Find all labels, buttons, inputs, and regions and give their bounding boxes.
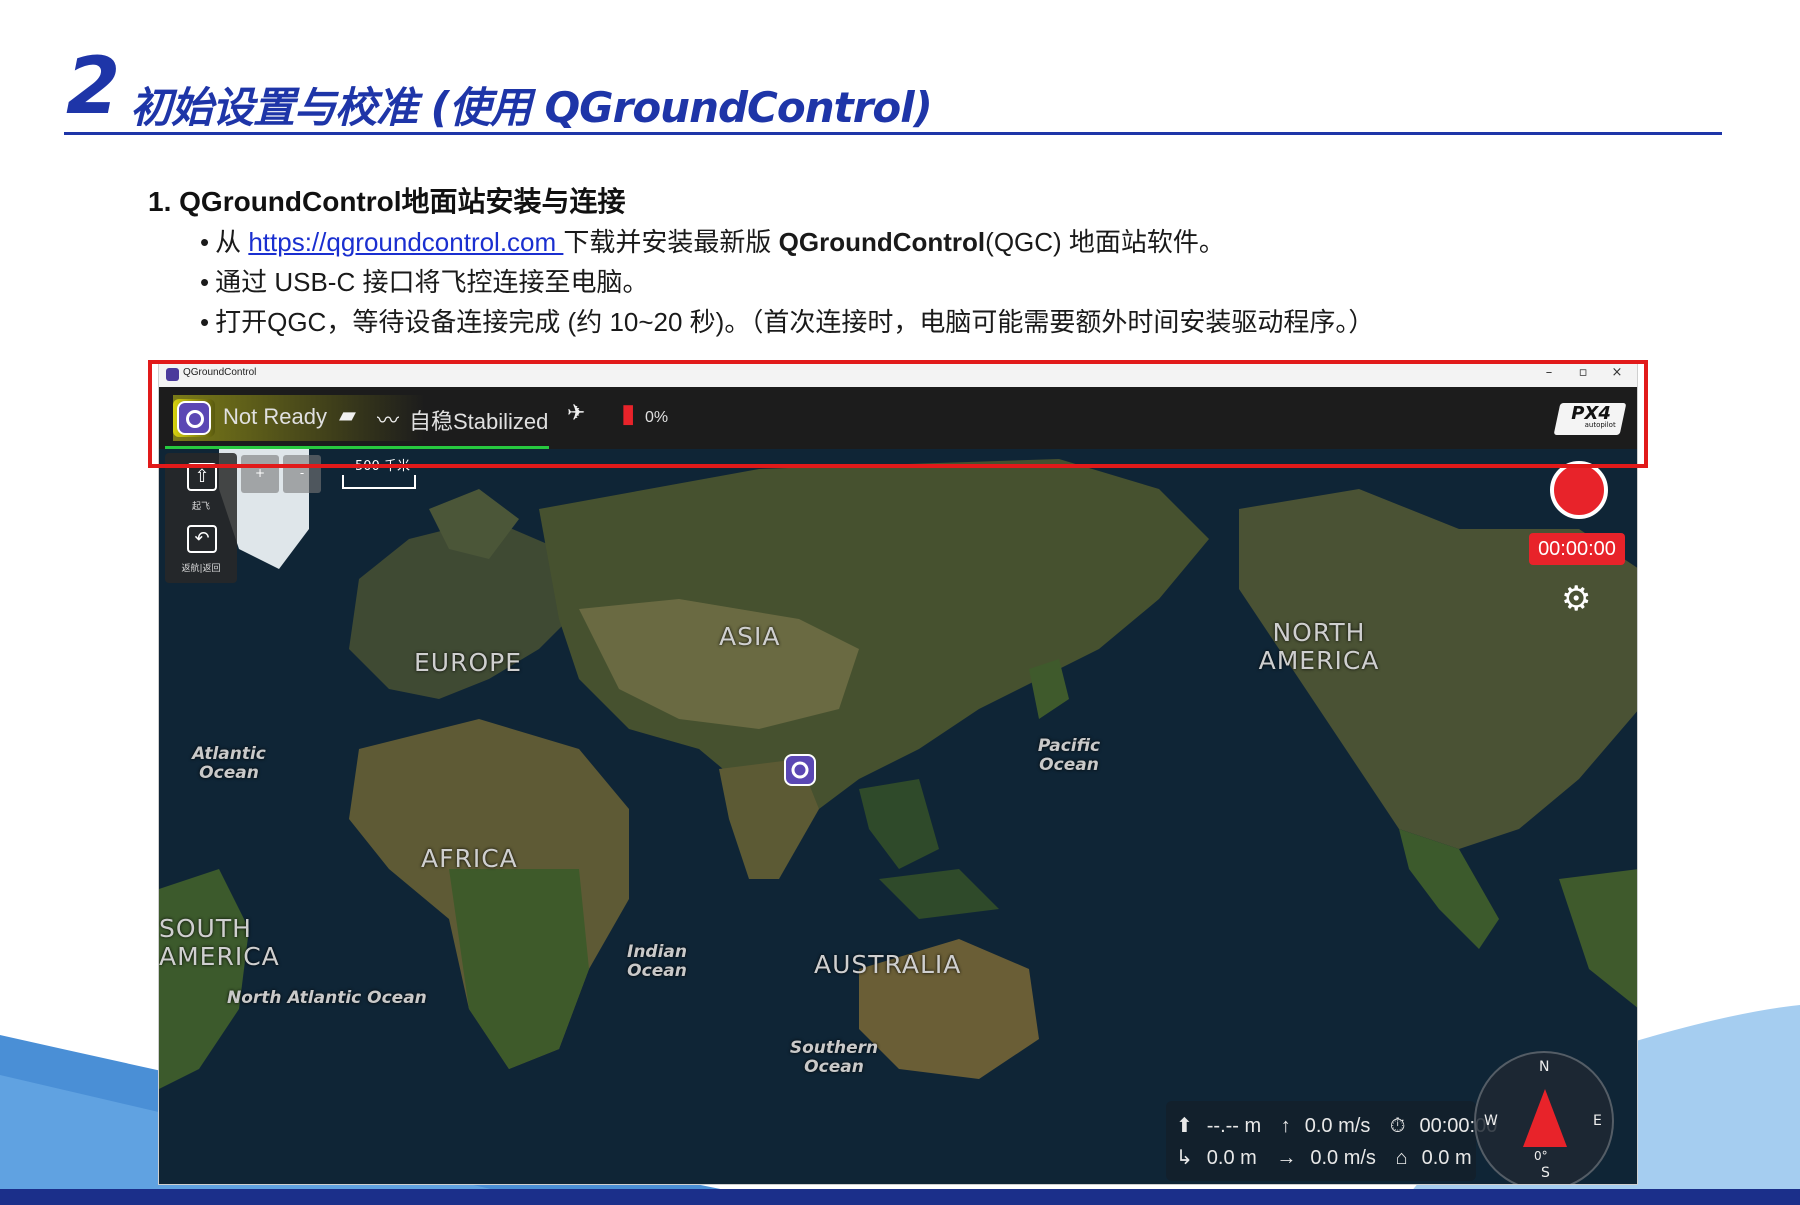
qgc-window: QGroundControl – ▫ × Not Ready ▰ 〰 自稳Sta… bbox=[158, 362, 1638, 1185]
bullet-text: 从 bbox=[215, 227, 249, 257]
footer-bar bbox=[0, 1189, 1800, 1205]
bullet-open-qgc: • 打开QGC，等待设备连接完成 (约 10~20 秒)。（首次连接时，电脑可能需… bbox=[200, 302, 1374, 339]
label-africa: AFRICA bbox=[421, 844, 518, 873]
qgc-download-link[interactable]: https://qgroundcontrol.com bbox=[248, 227, 563, 257]
ground-speed-value: 0.0 m/s bbox=[1310, 1147, 1376, 1169]
compass-w: W bbox=[1484, 1113, 1498, 1129]
compass-s: S bbox=[1541, 1165, 1550, 1181]
telemetry-row-2: ↳ 0.0 m → 0.0 m/s ⌂ 0.0 m bbox=[1176, 1145, 1486, 1170]
return-button[interactable]: ↶ bbox=[187, 525, 217, 553]
ground-speed-icon: → bbox=[1276, 1147, 1297, 1169]
altitude-value: --.-- m bbox=[1206, 1115, 1262, 1137]
bullet-dot: • bbox=[200, 227, 210, 257]
compass-e: E bbox=[1593, 1113, 1602, 1129]
bullet-dot: • bbox=[200, 267, 210, 297]
telemetry-panel: ⬆ --.-- m ↑ 0.0 m/s ⏱ 00:00:00 ↳ 0.0 m → 0.0 … bbox=[1166, 1101, 1497, 1181]
label-south-america: SOUTH AMERICA bbox=[159, 914, 280, 971]
compass-n: N bbox=[1539, 1059, 1550, 1075]
title-divider bbox=[64, 132, 1722, 135]
bullet-dot: • bbox=[200, 307, 210, 337]
bullet-bold-text: QGroundControl bbox=[778, 227, 986, 257]
toolbar-highlight-box bbox=[148, 360, 1648, 468]
takeoff-label: 起飞 bbox=[191, 502, 210, 512]
label-australia: AUSTRALIA bbox=[814, 950, 962, 979]
label-asia: ASIA bbox=[719, 622, 781, 651]
return-label: 返航|返回 bbox=[181, 564, 221, 574]
slide-title: 初始设置与校准 (使用 QGroundControl) bbox=[130, 83, 933, 132]
bullet-text: 下载并安装最新版 bbox=[563, 227, 779, 257]
label-pacific: Pacific Ocean bbox=[1037, 736, 1101, 775]
telemetry-row-1: ⬆ --.-- m ↑ 0.0 m/s ⏱ 00:00:00 bbox=[1176, 1113, 1511, 1138]
vertical-speed-icon: ↑ bbox=[1280, 1115, 1291, 1137]
distance-value: 0.0 m bbox=[1206, 1147, 1257, 1169]
fly-tool-panel: ⇧ 起飞 ↶ 返航|返回 bbox=[165, 453, 237, 583]
bullet-text: 打开QGC，等待设备连接完成 (约 10~20 秒)。（首次连接时，电脑可能需要… bbox=[215, 307, 1375, 337]
distance-icon: ↳ bbox=[1176, 1147, 1193, 1169]
altitude-icon: ⬆ bbox=[1176, 1115, 1193, 1137]
compass-heading: 0° bbox=[1534, 1149, 1548, 1163]
slide-number: 2 bbox=[66, 42, 120, 132]
home-icon: ⌂ bbox=[1395, 1147, 1408, 1169]
gear-icon[interactable]: ⚙ bbox=[1561, 579, 1591, 619]
label-southern: Southern Ocean bbox=[789, 1038, 879, 1077]
label-atlantic: Atlantic Ocean bbox=[192, 744, 266, 783]
world-map bbox=[159, 449, 1637, 1184]
bullet-text: (QGC) 地面站软件。 bbox=[985, 227, 1225, 257]
bullet-download: • 从 https://qgroundcontrol.com 下载并安装最新版 Q… bbox=[200, 222, 1225, 259]
heading-arrow-icon bbox=[1523, 1089, 1567, 1147]
label-north-america: NORTH AMERICA bbox=[1258, 618, 1380, 675]
bullet-text: 通过 USB-C 接口将飞控连接至电脑。 bbox=[215, 267, 649, 297]
label-europe: EUROPE bbox=[414, 648, 523, 677]
vertical-speed-value: 0.0 m/s bbox=[1304, 1115, 1371, 1137]
map-scale-bar bbox=[342, 475, 416, 489]
home-distance-value: 0.0 m bbox=[1421, 1147, 1472, 1169]
record-button[interactable] bbox=[1550, 461, 1608, 519]
label-indian: Indian Ocean bbox=[627, 942, 687, 981]
bullet-usb: • 通过 USB-C 接口将飞控连接至电脑。 bbox=[200, 262, 648, 299]
compass-widget: N E W S 0° bbox=[1474, 1051, 1614, 1184]
recording-timer: 00:00:00 bbox=[1529, 533, 1625, 565]
section-heading: 1. QGroundControl地面站安装与连接 bbox=[148, 186, 626, 217]
timer-icon: ⏱ bbox=[1389, 1115, 1406, 1137]
label-north-atlantic: North Atlantic Ocean bbox=[227, 988, 427, 1008]
map-view[interactable]: EUROPE ASIA AFRICA AUSTRALIA NORTH AMERI… bbox=[159, 449, 1637, 1184]
